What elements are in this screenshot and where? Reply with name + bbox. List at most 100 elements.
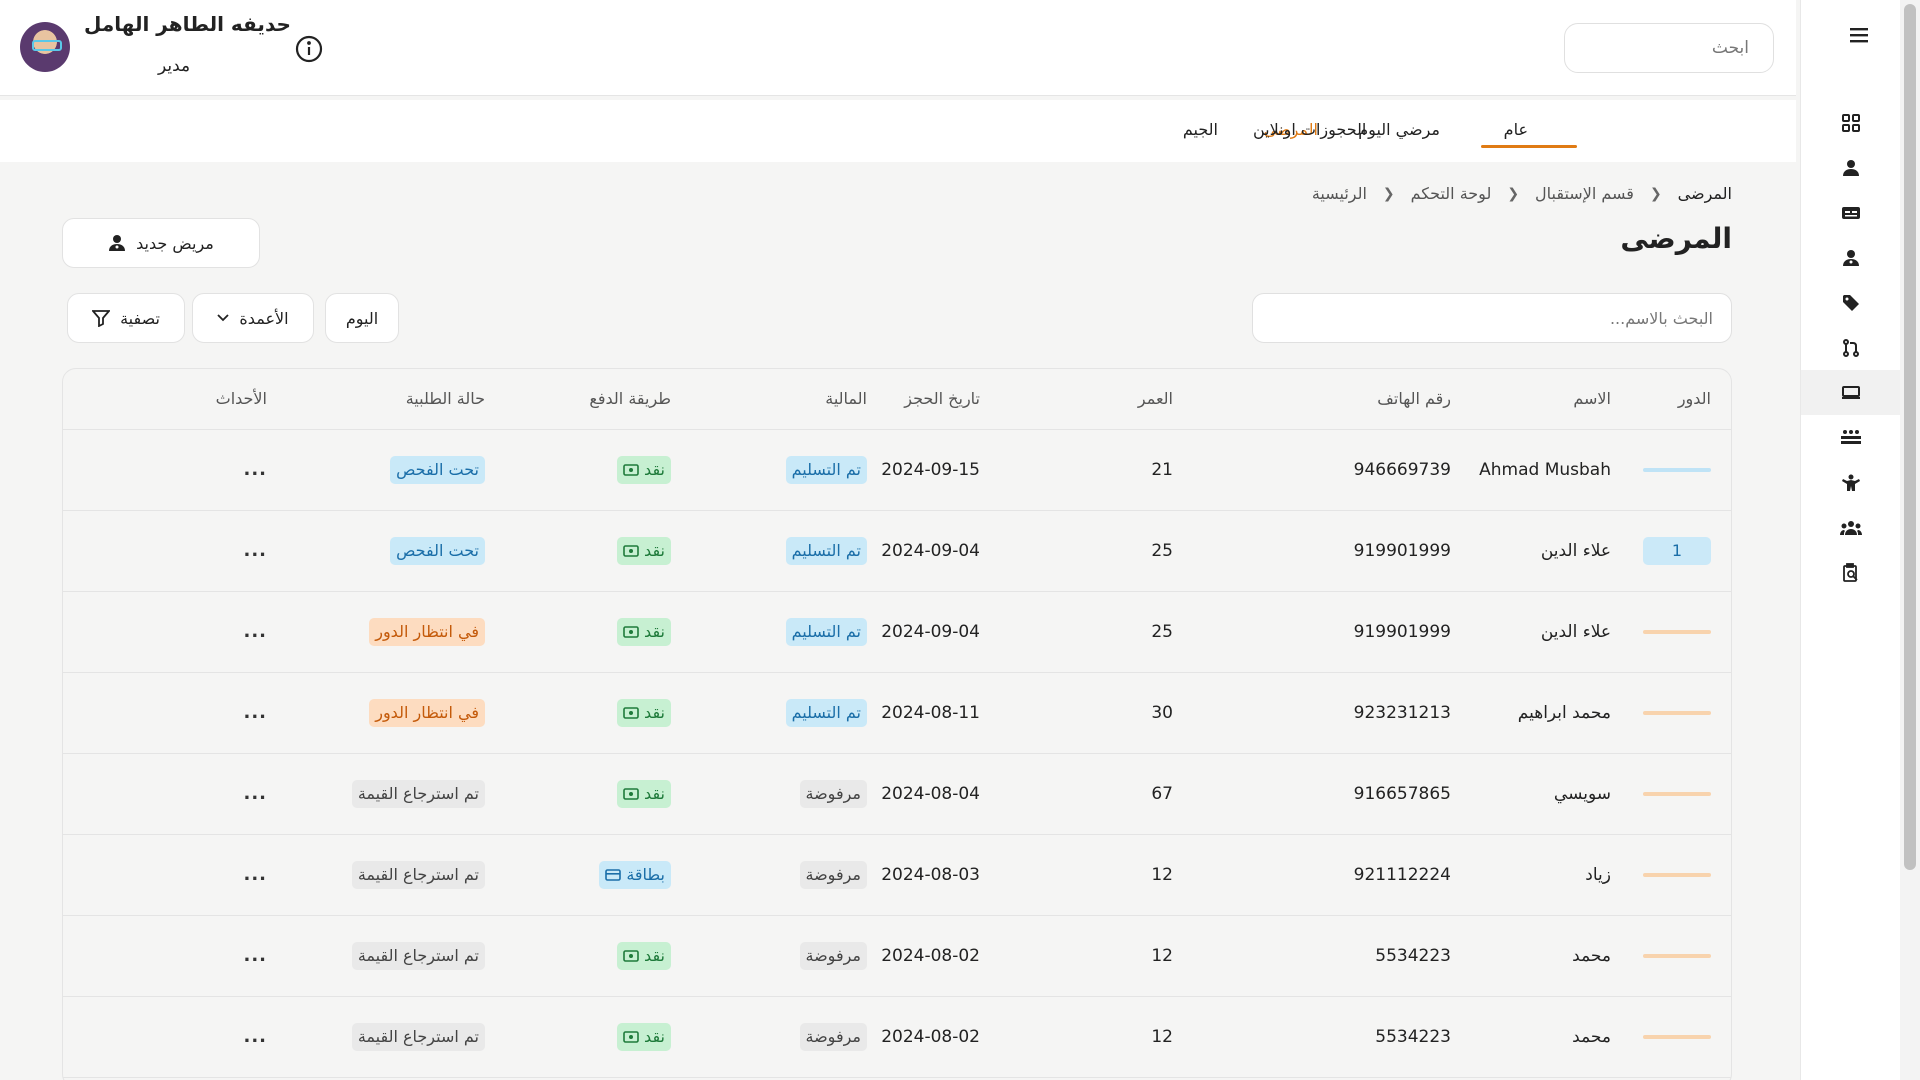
table-row[interactable]: محمد 5534223 12 2024-08-02 مرفوضة نقد تم استرج… [63,996,1731,1078]
global-search-input[interactable] [1564,23,1774,73]
cell-age: 67 [980,753,1173,835]
col-date[interactable]: تاريخ الحجز [867,369,980,430]
tab-online-bookings[interactable]: الحجوزات اونلاين [1253,120,1366,139]
menu-icon[interactable] [1844,20,1874,50]
cell-status: في انتظار الدور [299,672,485,754]
sidebar-item-referrals[interactable] [1801,325,1901,370]
more-actions-icon[interactable]: ... [243,783,267,804]
git-pull-request-icon [1843,338,1859,357]
cash-icon [623,463,639,476]
cell-phone: 916657865 [1173,753,1451,835]
payment-label: نقد [644,541,665,560]
active-tab-indicator [1481,145,1577,148]
scrollbar-thumb[interactable] [1904,4,1916,870]
cell-name: زياد [1451,834,1611,916]
cell-date: 2024-08-02 [867,915,980,997]
user-role: مدير [158,56,191,76]
cell-name: علاء الدين [1451,591,1611,673]
cell-actions: ... [63,672,299,754]
sidebar-item-reception[interactable] [1801,370,1901,415]
payment-badge: نقد [617,1022,671,1051]
payment-label: نقد [644,460,665,479]
payment-badge: نقد [617,698,671,727]
finance-badge: تم التسليم [785,455,867,484]
sidebar-item-gym[interactable] [1801,460,1901,505]
status-badge: تم استرجاع القيمة [351,941,485,970]
more-actions-icon[interactable]: ... [243,864,267,885]
filter-label: تصفية [120,308,160,328]
status-badge: تحت الفحص [390,536,485,565]
table-row[interactable]: 1 علاء الدين 919901999 25 2024-09-04 تم التسل… [63,510,1731,592]
cell-payment: نقد [485,429,671,511]
tab-today-patients[interactable]: مرضي اليوم [1358,120,1440,139]
finance-badge: مرفوضة [799,1022,867,1051]
columns-label: الأعمدة [239,308,289,328]
sidebar-item-doctors[interactable] [1801,235,1901,280]
breadcrumb-home[interactable]: الرئيسية [1312,184,1367,203]
filter-button[interactable]: تصفية [67,293,185,343]
info-icon[interactable] [294,34,324,64]
sidebar-item-beds[interactable] [1801,415,1901,460]
more-actions-icon[interactable]: ... [243,621,267,642]
name-search-input[interactable] [1252,293,1732,343]
cell-actions: ... [63,834,299,916]
user-icon [1843,159,1859,176]
sidebar-item-reports[interactable] [1801,550,1901,595]
page-scrollbar[interactable] [1900,0,1920,1080]
cell-age: 12 [980,834,1173,916]
table-row[interactable]: علاء الدين 919901999 25 2024-09-04 تم التسلي… [63,591,1731,673]
clipboard-search-icon [1843,562,1858,582]
order-indicator [1643,467,1711,472]
cell-date: 2024-09-15 [867,429,980,511]
payment-badge: نقد [617,779,671,808]
cell-status: في انتظار الدور [299,591,485,673]
table-row[interactable]: محمد ابراهيم 923231213 30 2024-08-11 تم التس… [63,672,1731,754]
cell-actions: ... [63,753,299,835]
more-actions-icon[interactable]: ... [243,945,267,966]
new-patient-button[interactable]: مريض جديد [62,218,260,268]
table-row[interactable]: زياد 921112224 12 2024-08-03 مرفوضة بطاقة تم ا… [63,834,1731,916]
col-finance[interactable]: المالية [671,369,867,430]
cell-actions: ... [63,915,299,997]
sidebar-item-tags[interactable] [1801,280,1901,325]
today-button[interactable]: اليوم [325,293,399,343]
cell-date: 2024-09-04 [867,591,980,673]
sidebar-item-cards[interactable] [1801,190,1901,235]
col-payment[interactable]: طريقة الدفع [485,369,671,430]
sidebar-item-dashboard[interactable] [1801,100,1901,145]
payment-badge: بطاقة [599,860,671,889]
gym-icon [1842,474,1860,491]
doctor-icon [1843,249,1859,266]
cell-name: محمد ابراهيم [1451,672,1611,754]
col-order[interactable]: الدور [1611,369,1731,430]
col-name[interactable]: الاسم [1451,369,1611,430]
col-age[interactable]: العمر [980,369,1173,430]
cell-payment: بطاقة [485,834,671,916]
columns-dropdown[interactable]: الأعمدة [192,293,314,343]
table-row[interactable]: محمد 5534223 12 2024-08-02 مرفوضة نقد تم استرج… [63,915,1731,997]
status-badge: تم استرجاع القيمة [351,1022,485,1051]
more-actions-icon[interactable]: ... [243,1026,267,1047]
breadcrumb-dashboard[interactable]: لوحة التحكم [1411,184,1492,203]
cell-actions: ... [63,429,299,511]
table-row[interactable]: Ahmad Musbah 946669739 21 2024-09-15 تم التس… [63,429,1731,511]
breadcrumb-reception[interactable]: قسم الإستقبال [1535,184,1634,203]
sidebar-item-team[interactable] [1801,505,1901,550]
table-body: Ahmad Musbah 946669739 21 2024-09-15 تم التس… [63,429,1731,1078]
col-phone[interactable]: رقم الهاتف [1173,369,1451,430]
cell-name: سويسي [1451,753,1611,835]
more-actions-icon[interactable]: ... [243,459,267,480]
sidebar-item-users[interactable] [1801,145,1901,190]
tab-gym[interactable]: الجيم [1183,120,1218,139]
table-row[interactable]: سويسي 916657865 67 2024-08-04 مرفوضة نقد تم اس… [63,753,1731,835]
cash-icon [623,706,639,719]
cell-status: تم استرجاع القيمة [299,915,485,997]
more-actions-icon[interactable]: ... [243,540,267,561]
tab-general[interactable]: عام [1504,120,1528,139]
cell-phone: 946669739 [1173,429,1451,511]
col-status[interactable]: حالة الطلبية [299,369,485,430]
avatar[interactable] [20,22,70,72]
today-label: اليوم [345,308,379,328]
more-actions-icon[interactable]: ... [243,702,267,723]
cell-age: 25 [980,510,1173,592]
